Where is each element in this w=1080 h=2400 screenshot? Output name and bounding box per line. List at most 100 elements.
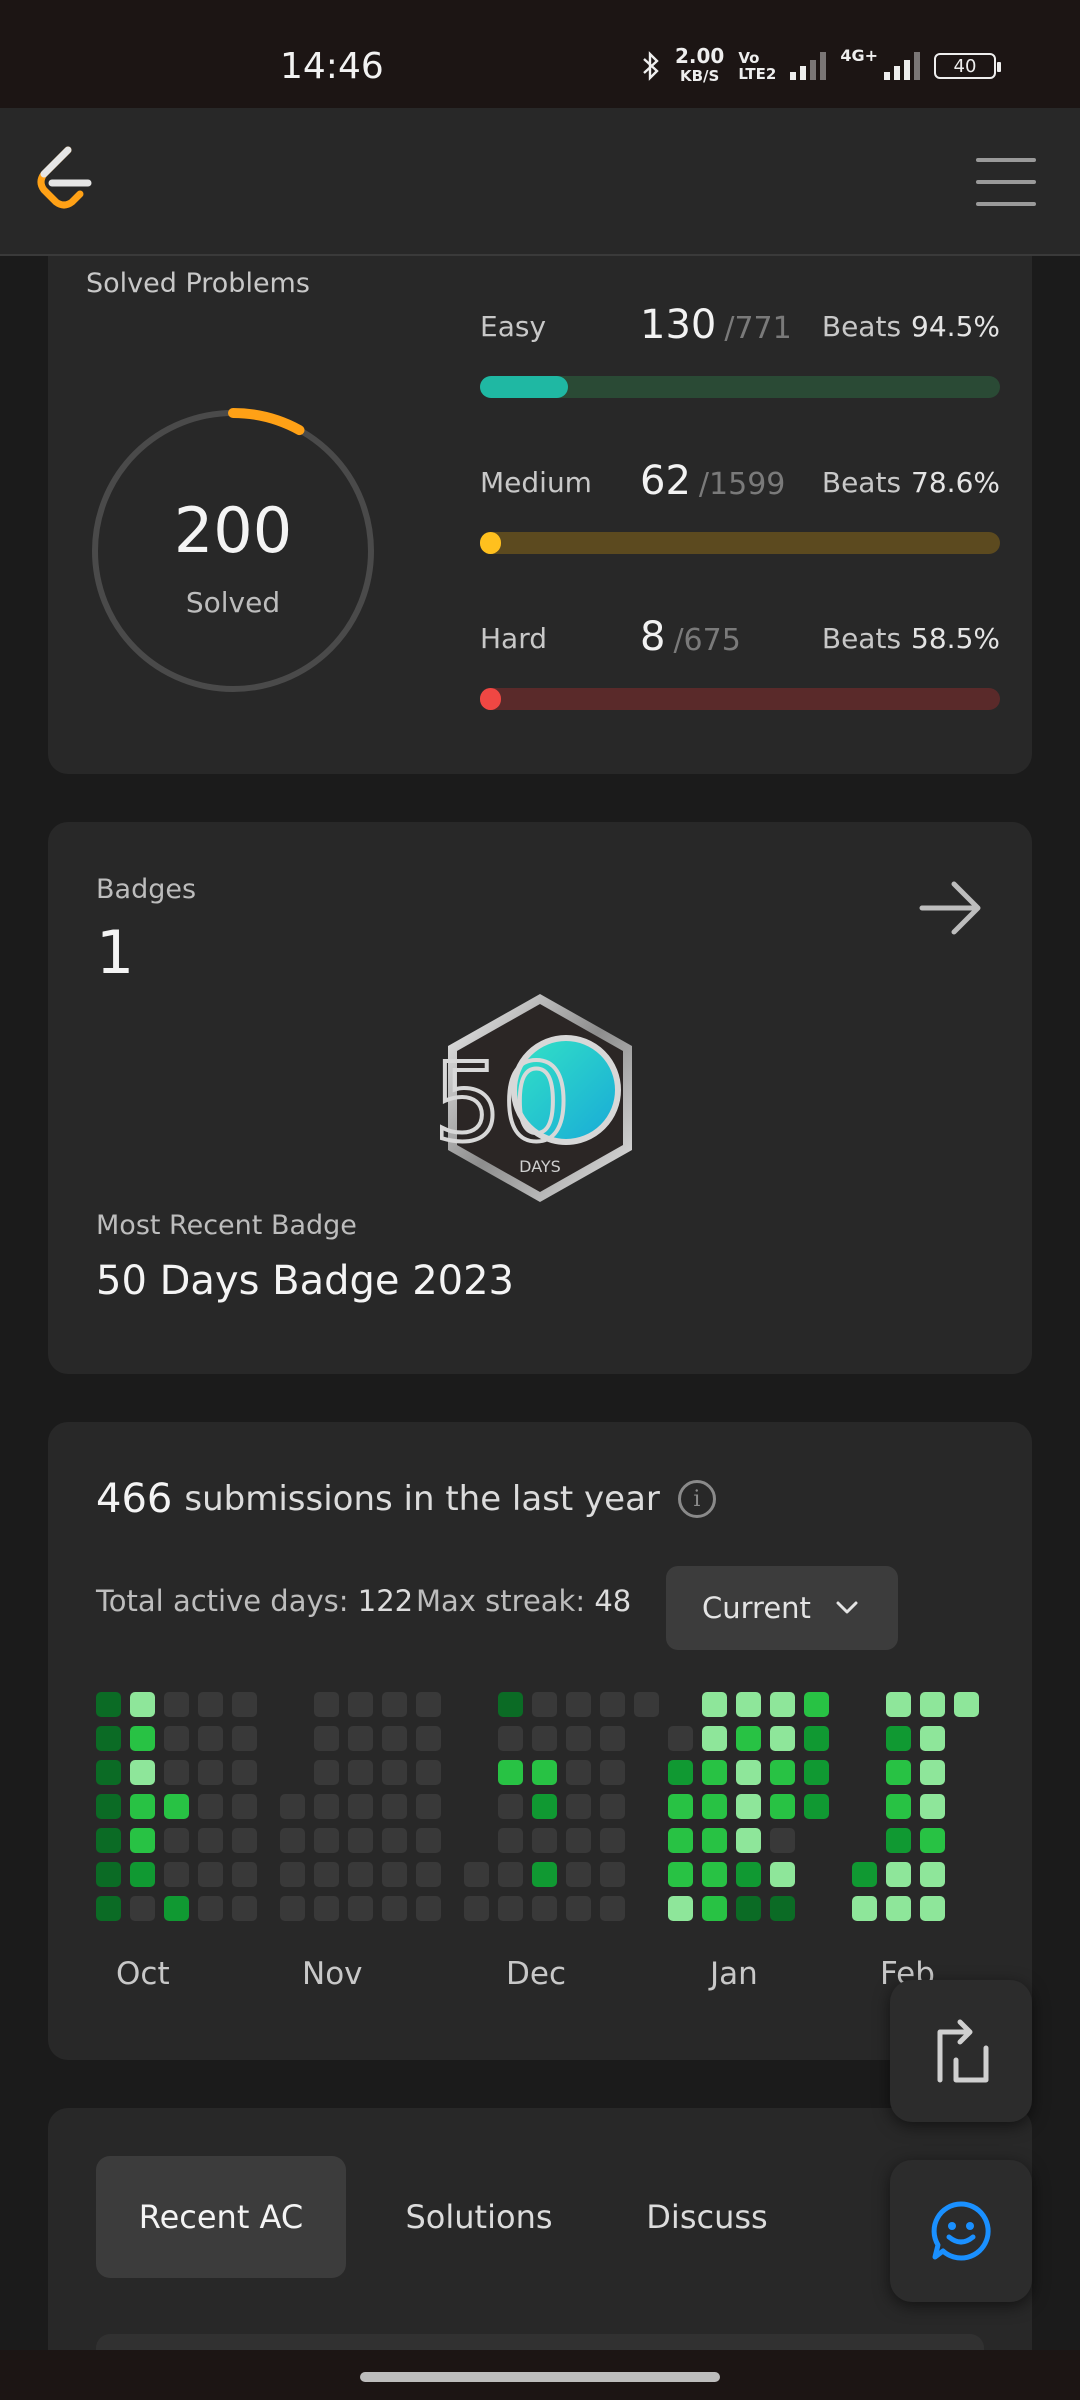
heatmap-cell[interactable]: [314, 1692, 339, 1717]
heatmap-cell[interactable]: [532, 1760, 557, 1785]
heatmap-cell[interactable]: [954, 1692, 979, 1717]
heatmap-cell[interactable]: [566, 1760, 591, 1785]
tab-discuss[interactable]: Discuss: [622, 2156, 792, 2278]
heatmap-cell[interactable]: [164, 1794, 189, 1819]
info-icon[interactable]: i: [677, 1480, 716, 1518]
heatmap-cell[interactable]: [736, 1726, 761, 1751]
heatmap-cell[interactable]: [232, 1896, 257, 1921]
heatmap-cell[interactable]: [566, 1828, 591, 1853]
heatmap-cell[interactable]: [886, 1726, 911, 1751]
heatmap-cell[interactable]: [198, 1760, 223, 1785]
heatmap-cell[interactable]: [736, 1828, 761, 1853]
heatmap-cell[interactable]: [232, 1692, 257, 1717]
heatmap-cell[interactable]: [532, 1794, 557, 1819]
heatmap-cell[interactable]: [566, 1896, 591, 1921]
heatmap-cell[interactable]: [920, 1828, 945, 1853]
heatmap-cell[interactable]: [314, 1862, 339, 1887]
heatmap-cell[interactable]: [498, 1692, 523, 1717]
fifty-days-badge-icon[interactable]: 50 DAYS: [440, 990, 640, 1206]
heatmap-cell[interactable]: [668, 1760, 693, 1785]
heatmap-cell[interactable]: [232, 1862, 257, 1887]
heatmap-cell[interactable]: [600, 1692, 625, 1717]
heatmap-cell[interactable]: [566, 1692, 591, 1717]
heatmap-cell[interactable]: [164, 1692, 189, 1717]
heatmap-cell[interactable]: [886, 1862, 911, 1887]
hamburger-menu-icon[interactable]: [976, 158, 1036, 206]
heatmap-cell[interactable]: [96, 1828, 121, 1853]
heatmap-cell[interactable]: [464, 1896, 489, 1921]
heatmap-cell[interactable]: [498, 1828, 523, 1853]
heatmap-cell[interactable]: [702, 1760, 727, 1785]
switch-view-button[interactable]: [890, 1980, 1032, 2122]
heatmap-cell[interactable]: [498, 1726, 523, 1751]
heatmap-cell[interactable]: [164, 1726, 189, 1751]
heatmap-cell[interactable]: [314, 1896, 339, 1921]
heatmap-cell[interactable]: [198, 1692, 223, 1717]
heatmap-cell[interactable]: [532, 1726, 557, 1751]
heatmap-cell[interactable]: [382, 1896, 407, 1921]
heatmap-cell[interactable]: [702, 1896, 727, 1921]
heatmap-cell[interactable]: [464, 1862, 489, 1887]
heatmap-cell[interactable]: [804, 1760, 829, 1785]
heatmap-cell[interactable]: [920, 1794, 945, 1819]
heatmap-cell[interactable]: [532, 1896, 557, 1921]
heatmap-cell[interactable]: [348, 1862, 373, 1887]
heatmap-cell[interactable]: [416, 1760, 441, 1785]
heatmap-cell[interactable]: [314, 1794, 339, 1819]
heatmap-cell[interactable]: [96, 1862, 121, 1887]
heatmap-cell[interactable]: [498, 1794, 523, 1819]
heatmap-cell[interactable]: [416, 1692, 441, 1717]
heatmap-cell[interactable]: [770, 1726, 795, 1751]
heatmap-cell[interactable]: [348, 1726, 373, 1751]
heatmap-cell[interactable]: [600, 1828, 625, 1853]
heatmap-cell[interactable]: [532, 1828, 557, 1853]
heatmap-cell[interactable]: [348, 1760, 373, 1785]
heatmap-cell[interactable]: [314, 1828, 339, 1853]
heatmap-cell[interactable]: [770, 1794, 795, 1819]
heatmap-cell[interactable]: [886, 1760, 911, 1785]
heatmap-cell[interactable]: [164, 1862, 189, 1887]
heatmap-cell[interactable]: [634, 1692, 659, 1717]
heatmap-cell[interactable]: [886, 1896, 911, 1921]
heatmap-cell[interactable]: [566, 1862, 591, 1887]
heatmap-cell[interactable]: [736, 1692, 761, 1717]
heatmap-cell[interactable]: [96, 1726, 121, 1751]
heatmap-cell[interactable]: [668, 1862, 693, 1887]
heatmap-cell[interactable]: [920, 1896, 945, 1921]
heatmap-cell[interactable]: [600, 1862, 625, 1887]
heatmap-cell[interactable]: [280, 1862, 305, 1887]
heatmap-cell[interactable]: [600, 1794, 625, 1819]
heatmap-cell[interactable]: [736, 1862, 761, 1887]
heatmap-cell[interactable]: [348, 1896, 373, 1921]
heatmap-cell[interactable]: [96, 1896, 121, 1921]
heatmap-cell[interactable]: [314, 1760, 339, 1785]
heatmap-cell[interactable]: [920, 1692, 945, 1717]
heatmap-cell[interactable]: [348, 1692, 373, 1717]
heatmap-cell[interactable]: [280, 1896, 305, 1921]
heatmap-cell[interactable]: [382, 1828, 407, 1853]
heatmap-cell[interactable]: [886, 1828, 911, 1853]
heatmap-cell[interactable]: [886, 1692, 911, 1717]
heatmap-cell[interactable]: [130, 1828, 155, 1853]
heatmap-cell[interactable]: [198, 1896, 223, 1921]
heatmap-cell[interactable]: [702, 1828, 727, 1853]
heatmap-cell[interactable]: [416, 1726, 441, 1751]
heatmap-cell[interactable]: [566, 1794, 591, 1819]
heatmap-cell[interactable]: [96, 1692, 121, 1717]
heatmap-cell[interactable]: [668, 1726, 693, 1751]
year-dropdown[interactable]: Current: [666, 1566, 898, 1650]
home-gesture-handle[interactable]: [360, 2372, 720, 2382]
heatmap-cell[interactable]: [804, 1692, 829, 1717]
heatmap-cell[interactable]: [770, 1760, 795, 1785]
heatmap-cell[interactable]: [348, 1828, 373, 1853]
heatmap-cell[interactable]: [130, 1896, 155, 1921]
heatmap-cell[interactable]: [600, 1760, 625, 1785]
badges-card[interactable]: Badges 1 50 DAYS Most Recent Badge 50 Da…: [48, 822, 1032, 1374]
heatmap-cell[interactable]: [770, 1896, 795, 1921]
heatmap-cell[interactable]: [852, 1896, 877, 1921]
heatmap-cell[interactable]: [198, 1862, 223, 1887]
heatmap-cell[interactable]: [382, 1692, 407, 1717]
heatmap-cell[interactable]: [804, 1726, 829, 1751]
heatmap-cell[interactable]: [920, 1760, 945, 1785]
tab-recent-ac[interactable]: Recent AC: [96, 2156, 346, 2278]
